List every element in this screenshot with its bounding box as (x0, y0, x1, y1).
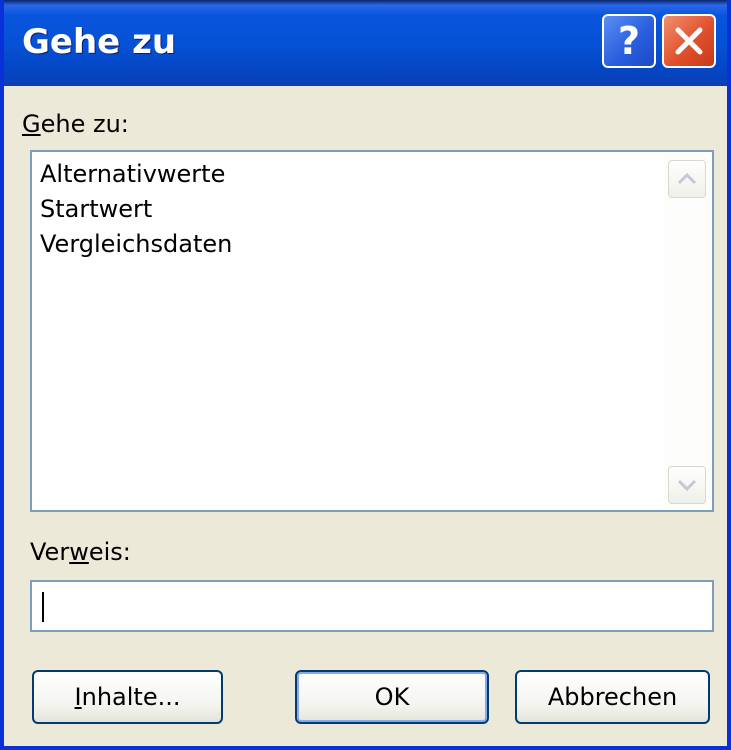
list-item[interactable]: Startwert (40, 195, 152, 223)
goto-listbox[interactable]: Alternativwerte Startwert Vergleichsdate… (30, 150, 714, 512)
ok-button[interactable]: OK (295, 670, 489, 724)
vertical-scrollbar[interactable] (664, 154, 710, 508)
help-icon: ? (617, 19, 641, 63)
scroll-up-button[interactable] (668, 160, 706, 198)
list-item[interactable]: Vergleichsdaten (40, 230, 232, 258)
reference-label: Verweis: (30, 538, 131, 566)
help-button[interactable]: ? (602, 14, 656, 68)
title-bar[interactable]: Gehe zu ? (4, 0, 727, 86)
text-caret (42, 592, 44, 622)
list-item[interactable]: Alternativwerte (40, 160, 225, 188)
chevron-down-icon (677, 479, 697, 492)
chevron-up-icon (677, 172, 697, 185)
contents-button[interactable]: Inhalte... (32, 670, 223, 724)
dialog-title: Gehe zu (22, 22, 177, 62)
close-button[interactable] (662, 14, 716, 68)
scroll-down-button[interactable] (668, 466, 706, 504)
close-icon (675, 27, 703, 55)
reference-input[interactable] (30, 580, 714, 632)
goto-label: Gehe zu: (22, 110, 129, 138)
cancel-button[interactable]: Abbrechen (515, 670, 710, 724)
goto-dialog: Gehe zu ? Gehe zu: Alternativwerte Start… (0, 0, 731, 750)
